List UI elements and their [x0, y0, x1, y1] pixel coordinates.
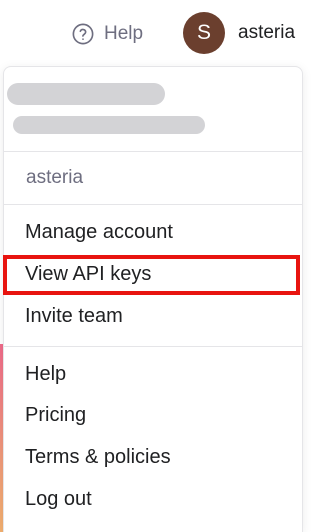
- menu-item-pricing[interactable]: Pricing: [25, 404, 86, 427]
- question-circle-icon: [72, 23, 94, 45]
- menu-divider: [4, 151, 302, 152]
- user-menu-button[interactable]: S asteria: [183, 12, 295, 54]
- menu-divider: [4, 346, 302, 347]
- menu-divider: [4, 204, 302, 205]
- help-link[interactable]: Help: [72, 20, 143, 48]
- avatar: S: [183, 12, 225, 54]
- organization-name[interactable]: asteria: [26, 167, 83, 189]
- menu-item-help[interactable]: Help: [25, 363, 66, 386]
- user-name: asteria: [238, 22, 296, 43]
- top-bar: Help S asteria: [0, 0, 316, 66]
- menu-item-invite-team[interactable]: Invite team: [25, 305, 123, 328]
- menu-item-log-out[interactable]: Log out: [25, 488, 92, 511]
- loading-placeholder-email: [13, 116, 205, 134]
- menu-item-view-api-keys[interactable]: View API keys: [25, 263, 151, 286]
- loading-placeholder-name: [7, 83, 165, 105]
- menu-item-manage-account[interactable]: Manage account: [25, 221, 173, 244]
- menu-item-terms-policies[interactable]: Terms & policies: [25, 446, 171, 469]
- account-dropdown-menu: asteria Manage account View API keys Inv…: [3, 66, 303, 532]
- help-label: Help: [104, 23, 144, 44]
